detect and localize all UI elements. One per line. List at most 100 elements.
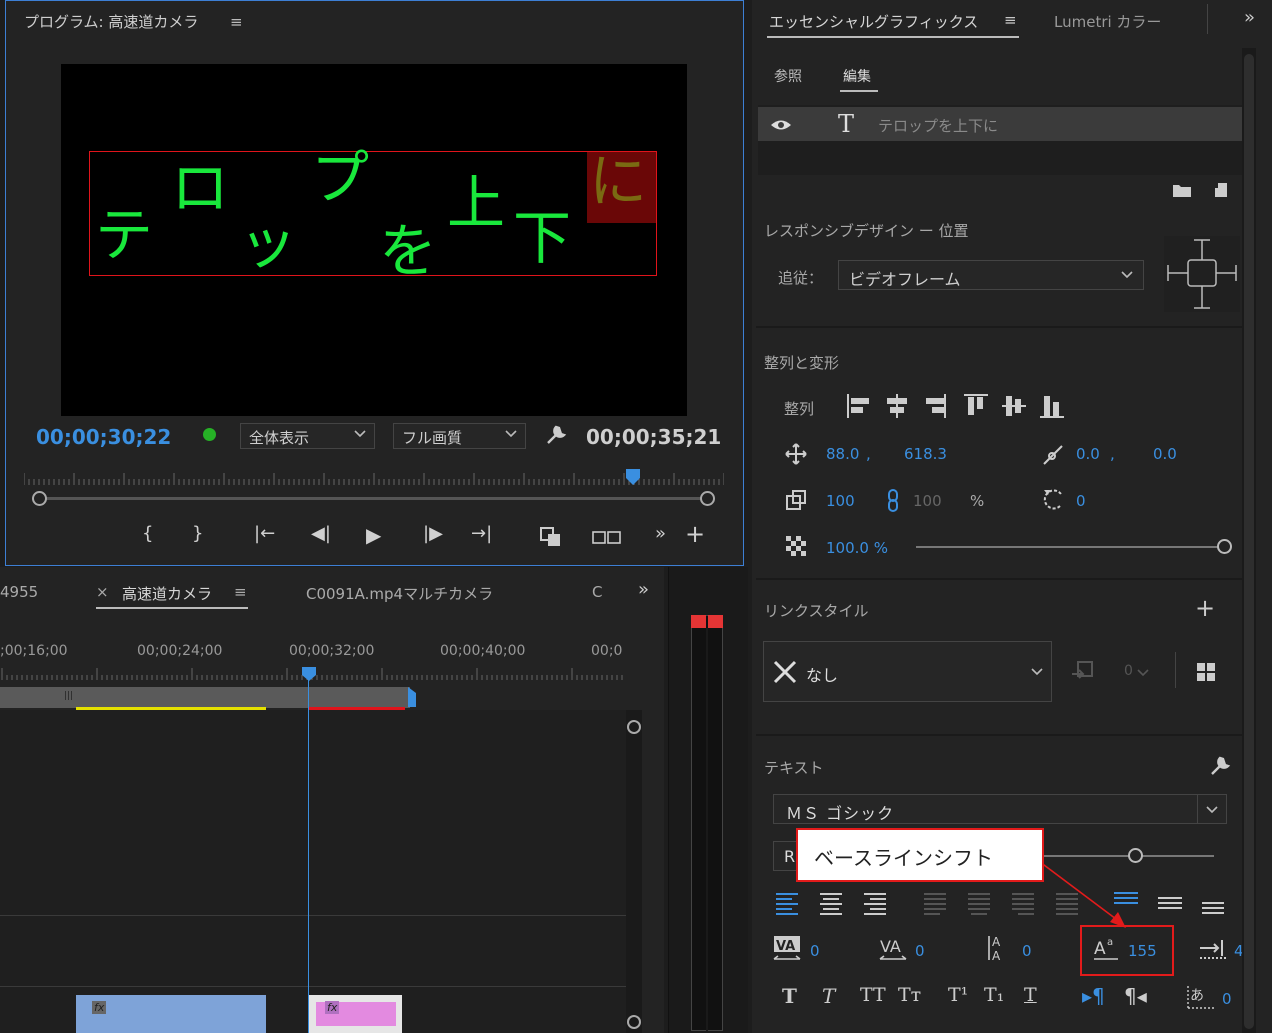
tab-lumetri-color[interactable]: Lumetri カラー <box>1054 11 1161 32</box>
ruler-label: 00;00;24;00 <box>137 643 223 659</box>
faux-italic-button[interactable]: T <box>822 984 835 1008</box>
svg-text:あ: あ <box>1190 988 1204 1004</box>
tab-truncated[interactable]: C <box>592 583 602 601</box>
subscript-button[interactable]: T₁ <box>984 984 1004 1006</box>
caption-char: テ <box>95 201 154 269</box>
faux-bold-button[interactable]: T <box>782 984 797 1008</box>
position-x-value[interactable]: 88.0 <box>826 445 859 463</box>
tab-essential-graphics[interactable]: エッセンシャルグラフィックス <box>769 11 978 32</box>
font-size-slider-thumb[interactable] <box>1128 848 1143 863</box>
font-style-value: R <box>784 847 796 866</box>
add-style-button[interactable]: + <box>1195 594 1215 622</box>
program-monitor-title[interactable]: プログラム: 高速道カメラ <box>24 11 198 32</box>
wrench-icon[interactable] <box>544 423 568 447</box>
link-style-title: リンクスタイル <box>764 602 869 620</box>
push-to-style-icon[interactable] <box>1070 660 1096 684</box>
video-clip[interactable]: fx <box>76 995 266 1033</box>
kerning-value[interactable]: 0 <box>810 942 820 960</box>
quality-dropdown[interactable]: フル画質 <box>393 423 526 449</box>
ruler-label: ;00;16;00 <box>0 643 68 659</box>
more-controls-icon[interactable]: » <box>655 523 666 544</box>
zoom-dropdown[interactable]: 全体表示 <box>240 423 375 449</box>
current-timecode[interactable]: 00;00;30;22 <box>36 425 171 449</box>
callout-arrow-icon <box>1039 861 1126 928</box>
timeline-playhead[interactable] <box>300 665 318 683</box>
leading-value[interactable]: 0 <box>1022 942 1032 960</box>
duration-timecode: 00;00;35;21 <box>586 425 722 449</box>
go-to-in-button[interactable]: |← <box>254 523 275 544</box>
folder-icon[interactable] <box>1172 182 1192 198</box>
time-ruler[interactable] <box>24 467 724 487</box>
follow-dropdown[interactable]: ビデオフレーム <box>838 260 1144 290</box>
superscript-button[interactable]: T¹ <box>948 984 968 1006</box>
layer-list[interactable]: T テロップを上下に <box>758 105 1242 175</box>
rotation-value[interactable]: 0 <box>1076 492 1086 510</box>
work-area-bar[interactable] <box>0 687 410 708</box>
panel-menu-icon[interactable]: ≡ <box>1004 11 1017 29</box>
graphic-clip[interactable]: fx <box>309 995 402 1033</box>
tab-sequence-4955[interactable]: 4955 <box>0 583 38 601</box>
tab-close-icon[interactable]: × <box>96 583 109 601</box>
position-y-value[interactable]: 618.3 <box>904 445 947 463</box>
active-tab-underline <box>96 607 248 609</box>
opacity-value[interactable]: 100.0 % <box>826 539 888 557</box>
add-button[interactable]: + <box>685 520 705 548</box>
step-back-button[interactable]: ◀| <box>311 523 331 544</box>
panel-menu-icon[interactable]: ≡ <box>230 13 243 31</box>
paragraph-align-buttons[interactable] <box>774 890 1224 916</box>
zoom-scrollbar[interactable] <box>32 489 715 509</box>
layer-row[interactable]: T テロップを上下に <box>758 107 1242 141</box>
tsume-icon: あ <box>1187 986 1214 1009</box>
all-caps-button[interactable]: TT <box>860 984 886 1006</box>
panel-menu-icon[interactable]: ≡ <box>234 583 247 601</box>
anchor-x-value[interactable]: 0.0 <box>1076 445 1100 463</box>
go-to-out-button[interactable]: →| <box>471 523 492 544</box>
tracking-value[interactable]: 0 <box>915 942 925 960</box>
link-style-dropdown[interactable]: なし <box>763 641 1052 702</box>
vertical-scrollbar[interactable] <box>626 710 642 1033</box>
small-caps-button[interactable]: Tт <box>898 984 921 1006</box>
subtab-browse[interactable]: 参照 <box>774 66 802 86</box>
opacity-slider-track[interactable] <box>916 546 1222 548</box>
anchor-y-value[interactable]: 0.0 <box>1153 445 1177 463</box>
underline-button[interactable]: T <box>1024 984 1037 1006</box>
chevron-down-icon <box>354 430 366 438</box>
scroll-handle-right[interactable] <box>700 491 715 506</box>
opacity-slider-thumb[interactable] <box>1217 539 1232 554</box>
mark-out-button[interactable]: } <box>192 523 203 544</box>
link-scale-icon[interactable] <box>886 488 900 514</box>
tabs-overflow-icon[interactable]: » <box>638 579 649 600</box>
grid-icon[interactable] <box>1196 662 1216 682</box>
tab-multicam[interactable]: C0091A.mp4マルチカメラ <box>306 583 493 604</box>
vertical-scrollbar[interactable] <box>1242 48 1256 1033</box>
clip-indicator-left[interactable] <box>691 615 706 628</box>
work-area-end-handle[interactable] <box>408 687 416 707</box>
clip-indicator-right[interactable] <box>708 615 723 628</box>
mark-in-button[interactable]: { <box>142 523 153 544</box>
layer-name[interactable]: テロップを上下に <box>878 115 998 136</box>
tab-highway-camera[interactable]: 高速道カメラ <box>122 583 212 604</box>
wrench-icon[interactable] <box>1208 754 1232 778</box>
new-layer-icon[interactable] <box>1210 182 1228 198</box>
callout-label: ベースラインシフト <box>796 828 1044 882</box>
kerning-icon: VA <box>773 936 801 960</box>
export-frame-icon[interactable] <box>538 525 564 549</box>
pin-to-edges-icon[interactable] <box>1164 236 1240 312</box>
track-area[interactable]: fx fx <box>0 710 626 1033</box>
tsume-value[interactable]: 0 <box>1222 990 1232 1008</box>
scroll-handle-left[interactable] <box>32 491 47 506</box>
play-button[interactable]: ▶ <box>366 523 381 547</box>
playhead[interactable] <box>624 467 642 487</box>
subtab-edit[interactable]: 編集 <box>843 66 871 86</box>
ltr-direction-icon[interactable]: ▸¶ <box>1082 984 1105 1008</box>
video-viewer[interactable]: テロップを上下に <box>61 64 687 416</box>
align-buttons[interactable] <box>844 390 1074 422</box>
eye-icon[interactable] <box>769 117 793 133</box>
tabs-overflow-icon[interactable]: » <box>1244 7 1255 28</box>
step-forward-button[interactable]: |▶ <box>423 523 443 544</box>
rtl-direction-icon[interactable]: ¶◂ <box>1124 984 1147 1008</box>
font-dropdown[interactable]: ＭＳ ゴシック <box>773 794 1227 824</box>
scale-value[interactable]: 100 <box>826 492 855 510</box>
close-icon <box>773 660 797 684</box>
compare-view-icon[interactable] <box>592 529 622 545</box>
